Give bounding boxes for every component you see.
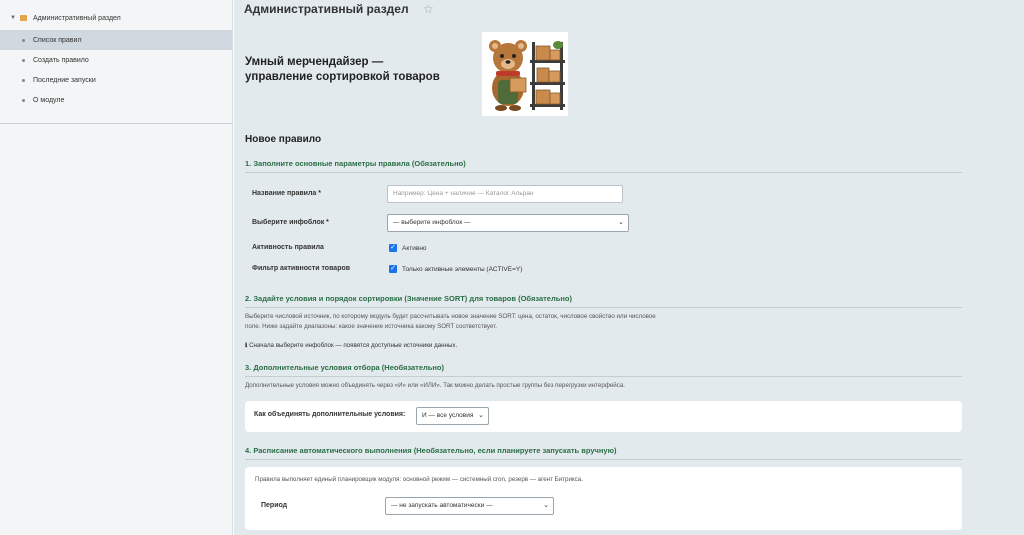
- sidebar-item-label: Список правил: [33, 36, 82, 44]
- rule-form: Новое правило 1. Заполните основные пара…: [234, 123, 1024, 535]
- folder-icon: [20, 15, 27, 21]
- section-2-heading: 2. Задайте условия и порядок сортировки …: [245, 294, 572, 303]
- iblock-label: Выберите инфоблок *: [252, 219, 329, 226]
- chevron-down-icon[interactable]: ▼: [10, 15, 20, 21]
- sidebar-item-recent-runs[interactable]: Последние запуски: [0, 70, 232, 90]
- section-2-note: Выберите числовой источник, по которому …: [245, 312, 656, 332]
- section-2-note-line: поле. Ниже задайте диапазоны: какое знач…: [245, 323, 497, 330]
- rule-name-label: Название правила *: [252, 190, 321, 197]
- sidebar-item-about[interactable]: О модуле: [0, 90, 232, 110]
- sidebar: ▼ Административный раздел Список правил …: [0, 0, 233, 535]
- form-title: Новое правило: [245, 134, 322, 145]
- module-banner: Умный мерчендайзер — управление сортиров…: [234, 22, 574, 122]
- period-select-value: — не запускать автоматически —: [391, 502, 493, 509]
- schedule-note: Правила выполняет единый планировщик мод…: [255, 476, 583, 483]
- schedule-card: Правила выполняет единый планировщик мод…: [245, 467, 962, 530]
- iblock-select[interactable]: — выберите инфоблок — ⌄: [387, 214, 629, 232]
- combine-conditions-value: И — все условия: [422, 412, 474, 419]
- section-divider: [245, 376, 962, 377]
- sidebar-item-label: О модуле: [33, 96, 65, 104]
- main-content: Административный раздел ☆ Умный мерченда…: [234, 0, 1024, 535]
- bullet-icon: [22, 98, 25, 102]
- sidebar-item-label: Последние запуски: [33, 76, 96, 84]
- banner-title: Умный мерчендайзер — управление сортиров…: [245, 55, 475, 85]
- section-3-heading: 3. Дополнительные условия отбора (Необяз…: [245, 363, 444, 372]
- bullet-icon: [22, 58, 25, 62]
- section-2-info: ℹ Сначала выберите инфоблок — появятся д…: [245, 342, 457, 349]
- section-1-heading: 1. Заполните основные параметры правила …: [245, 159, 466, 168]
- section-2-info-text: Сначала выберите инфоблок — появятся дос…: [249, 342, 458, 349]
- sidebar-item-create-rule[interactable]: Создать правило: [0, 50, 232, 70]
- section-divider: [245, 172, 962, 173]
- rule-active-checkbox[interactable]: ✓: [389, 244, 397, 252]
- sidebar-item-label: Создать правило: [33, 56, 89, 64]
- bullet-icon: [22, 78, 25, 82]
- banner-title-line: Умный мерчендайзер —: [245, 56, 384, 68]
- chevron-down-icon: ⌄: [478, 412, 484, 419]
- bear-merchandiser-illustration: [482, 32, 568, 116]
- combine-conditions-label: Как объединять дополнительные условия:: [254, 411, 406, 418]
- period-label: Период: [261, 502, 288, 509]
- sidebar-divider: [0, 123, 233, 124]
- section-2-note-line: Выберите числовой источник, по которому …: [245, 313, 656, 320]
- star-icon[interactable]: ☆: [423, 2, 434, 16]
- section-divider: [245, 459, 962, 460]
- rule-name-input[interactable]: Например: Цена + наличие — Каталог Альра…: [387, 185, 623, 203]
- page-title: Административный раздел: [244, 2, 409, 16]
- sidebar-root-item[interactable]: ▼ Административный раздел: [0, 6, 232, 30]
- section-divider: [245, 307, 962, 308]
- section-3-note: Дополнительные условия можно объединять …: [245, 382, 626, 389]
- combine-conditions-card: Как объединять дополнительные условия: И…: [245, 401, 962, 432]
- bullet-icon: [22, 38, 25, 42]
- info-icon: ℹ: [245, 342, 248, 349]
- combine-conditions-select[interactable]: И — все условия ⌄: [416, 407, 489, 425]
- filter-active-label: Фильтр активности товаров: [252, 265, 351, 272]
- rule-active-label: Активность правила: [252, 244, 324, 251]
- period-select[interactable]: — не запускать автоматически — ⌄: [385, 497, 554, 515]
- sidebar-root-label: Административный раздел: [33, 14, 121, 22]
- section-4-heading: 4. Расписание автоматического выполнения…: [245, 446, 617, 455]
- rule-active-checkbox-label: Активно: [402, 245, 427, 252]
- filter-active-checkbox[interactable]: ✓: [389, 265, 397, 273]
- iblock-select-value: — выберите инфоблок —: [393, 219, 471, 226]
- banner-title-line: управление сортировкой товаров: [245, 71, 440, 83]
- chevron-down-icon: ⌄: [618, 219, 624, 226]
- chevron-down-icon: ⌄: [543, 502, 549, 509]
- sidebar-item-rules-list[interactable]: Список правил: [0, 30, 232, 50]
- filter-active-checkbox-label: Только активные элементы (ACTIVE=Y): [402, 266, 523, 273]
